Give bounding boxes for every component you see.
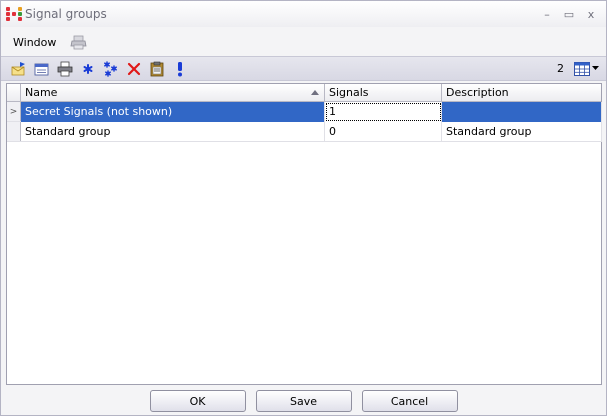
table-row[interactable]: Standard group 0 Standard group (7, 122, 602, 142)
save-button[interactable]: Save (255, 390, 352, 412)
cell-description[interactable]: Standard group (442, 122, 602, 142)
grid-layout-icon[interactable] (572, 59, 600, 79)
column-header-signals[interactable]: Signals (325, 84, 442, 102)
multi-asterisk-icon[interactable] (101, 59, 121, 79)
title-bar[interactable]: Signal groups – ▭ x (1, 1, 606, 27)
window-title: Signal groups (25, 7, 107, 21)
menu-window[interactable]: Window (9, 34, 60, 51)
app-logo-icon (6, 7, 22, 21)
close-button[interactable]: x (580, 5, 602, 23)
column-header-description[interactable]: Description (442, 84, 602, 102)
signal-groups-window: Signal groups – ▭ x Window 2 Name Signal… (0, 0, 607, 416)
delete-icon[interactable] (124, 59, 144, 79)
dialog-button-bar: OK Save Cancel (1, 387, 606, 415)
column-header-name[interactable]: Name (21, 84, 325, 102)
printer-icon[interactable] (70, 35, 88, 51)
header-indicator (7, 84, 21, 101)
cell-name[interactable]: Standard group (21, 122, 325, 142)
table-row[interactable]: > Secret Signals (not shown) 1 (7, 102, 602, 122)
menu-bar: Window (1, 30, 606, 55)
ok-button[interactable]: OK (149, 390, 246, 412)
exclamation-icon[interactable] (170, 59, 190, 79)
maximize-button[interactable]: ▭ (558, 5, 580, 23)
cell-name[interactable]: Secret Signals (not shown) (21, 102, 325, 122)
print-icon[interactable] (55, 59, 75, 79)
table-header: Name Signals Description (7, 84, 601, 102)
cell-signals[interactable]: 1 (325, 102, 442, 122)
column-header-name-label: Name (25, 86, 58, 99)
toolbar: 2 (1, 56, 606, 81)
asterisk-icon[interactable] (78, 59, 98, 79)
signal-groups-table[interactable]: Name Signals Description > Secret Signal… (6, 83, 602, 385)
clipboard-icon[interactable] (147, 59, 167, 79)
cell-description[interactable] (442, 102, 602, 122)
record-count: 2 (557, 62, 564, 75)
edit-icon[interactable] (32, 59, 52, 79)
minimize-button[interactable]: – (536, 5, 558, 23)
cancel-button[interactable]: Cancel (361, 390, 458, 412)
cell-signals[interactable]: 0 (325, 122, 442, 142)
chevron-down-icon (591, 66, 599, 70)
row-indicator (7, 122, 21, 141)
sort-ascending-icon (311, 90, 319, 95)
new-item-icon[interactable] (9, 59, 29, 79)
current-row-indicator-icon: > (7, 102, 21, 121)
